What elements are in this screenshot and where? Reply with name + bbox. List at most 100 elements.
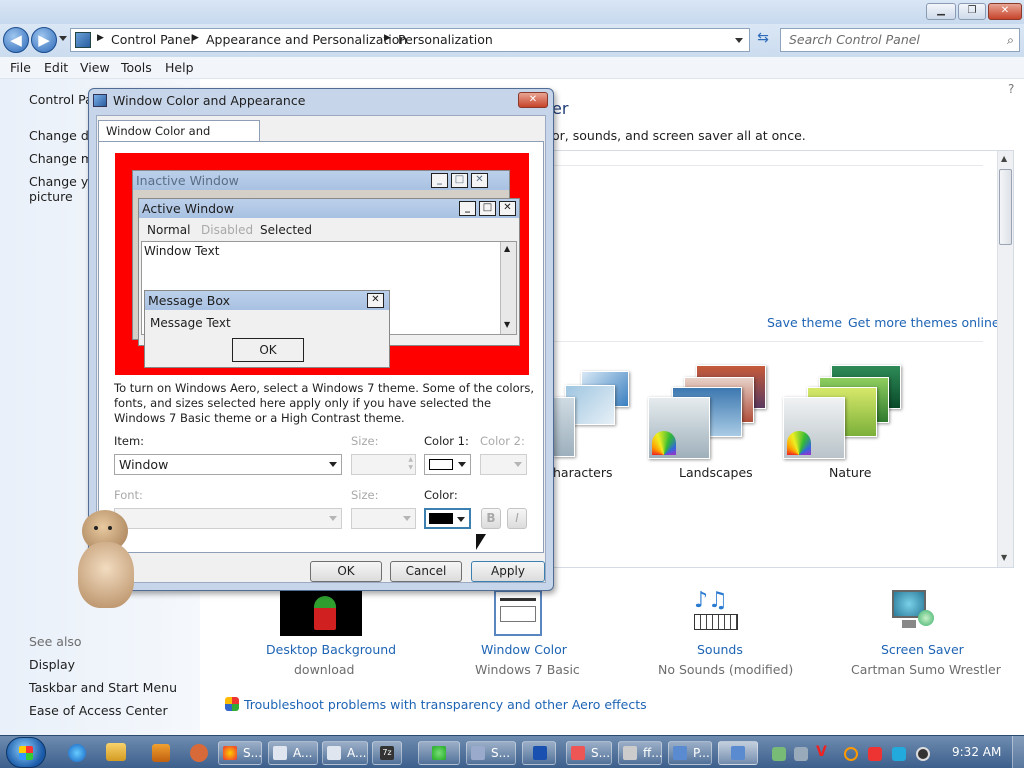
refresh-icon[interactable]: ⇆ (752, 30, 774, 50)
preview-message-box: Message Box ✕ Message Text OK (144, 290, 390, 368)
show-desktop-button[interactable] (1012, 736, 1024, 768)
cancel-button[interactable]: Cancel (390, 561, 462, 582)
address-bar[interactable]: ▶ Control Panel ▶ Appearance and Persona… (70, 28, 750, 52)
taskbar-button[interactable]: A... (322, 741, 368, 765)
minimize-icon: _ (431, 173, 448, 188)
font-color-picker[interactable] (424, 508, 471, 529)
screen-saver-link[interactable]: Screen Saver (881, 642, 964, 657)
taskbar-start-menu-link[interactable]: Taskbar and Start Menu (29, 680, 177, 695)
antivirus-icon[interactable]: V (816, 744, 830, 760)
minimize-button[interactable]: ▁ (926, 3, 956, 20)
chevron-down-icon (329, 516, 337, 521)
ok-button[interactable]: OK (310, 561, 382, 582)
window-color-dialog: Window Color and Appearance ✕ Window Col… (88, 88, 554, 591)
scroll-up-icon[interactable]: ▲ (1001, 154, 1007, 163)
screen-saver-icon[interactable] (888, 588, 936, 636)
menu-edit[interactable]: Edit (44, 60, 68, 75)
menu-file[interactable]: File (10, 60, 31, 75)
windows-logo-icon (19, 746, 33, 760)
italic-button: I (507, 508, 527, 529)
scroll-down-icon[interactable]: ▼ (1001, 553, 1007, 562)
theme-characters[interactable] (553, 365, 643, 457)
item-select[interactable]: Window (114, 454, 342, 475)
address-dropdown-icon[interactable] (735, 38, 743, 43)
breadcrumb-personalization[interactable]: Personalization (398, 32, 493, 47)
window-color-icon[interactable] (494, 590, 542, 636)
sounds-value: No Sounds (modified) (658, 662, 794, 677)
aero-info-text: To turn on Windows Aero, select a Window… (114, 381, 535, 425)
search-icon[interactable]: ⌕ (1007, 29, 1014, 51)
internet-explorer-icon[interactable] (68, 744, 86, 762)
scrollbar-thumb[interactable] (999, 169, 1012, 245)
taskbar-button[interactable]: 7z (372, 741, 402, 765)
tray-icon[interactable] (772, 747, 786, 761)
display-link[interactable]: Display (29, 657, 75, 672)
maximize-button[interactable]: ❐ (958, 3, 986, 20)
control-panel-icon (673, 746, 687, 760)
taskbar-button[interactable]: S... (566, 741, 612, 765)
menu-tools[interactable]: Tools (121, 60, 152, 75)
app-icon[interactable] (190, 744, 208, 762)
window-icon (273, 746, 287, 760)
save-theme-link[interactable]: Save theme (767, 315, 842, 330)
font-color-label: Color: (424, 488, 458, 502)
taskbar-button-active[interactable] (718, 741, 758, 765)
start-button[interactable] (6, 737, 46, 768)
active-window-title: Active Window _ □ ✕ (139, 199, 519, 218)
taskbar-button[interactable] (522, 741, 556, 765)
search-input[interactable]: Search Control Panel ⌕ (780, 28, 1020, 52)
dialog-close-button[interactable]: ✕ (518, 92, 548, 108)
hamster-mascot-icon (76, 508, 142, 612)
menu-view[interactable]: View (80, 60, 110, 75)
breadcrumb-control-panel[interactable]: Control Panel (111, 32, 194, 47)
chevron-down-icon (457, 517, 465, 522)
theme-landscapes[interactable] (648, 365, 773, 465)
explorer-folder-icon[interactable] (106, 743, 126, 761)
preview-ok-button: OK (232, 338, 304, 362)
themes-scrollbar[interactable]: ▲ ▼ (997, 151, 1013, 567)
desktop-background-thumbnail[interactable] (280, 590, 362, 636)
sounds-link[interactable]: Sounds (697, 642, 743, 657)
breadcrumb-appearance[interactable]: Appearance and Personalization (206, 32, 407, 47)
apply-button[interactable]: Apply (471, 561, 545, 582)
window-color-link[interactable]: Window Color (481, 642, 567, 657)
appearance-preview: Inactive Window _ □ ✕ Active Window _ □ … (115, 153, 529, 375)
tray-icon[interactable] (794, 747, 808, 761)
media-player-icon[interactable] (152, 744, 170, 762)
taskbar-button[interactable]: ff... (618, 741, 663, 765)
get-more-themes-link[interactable]: Get more themes online (848, 315, 1000, 330)
taskbar-button[interactable]: A... (268, 741, 318, 765)
taskbar-button[interactable]: P... (668, 741, 712, 765)
maximize-icon: □ (479, 201, 496, 216)
sounds-icon[interactable]: ♪♫ (692, 588, 742, 636)
theme-nature[interactable] (783, 365, 908, 465)
search-tray-icon[interactable] (844, 747, 858, 761)
taskbar-button[interactable]: S... (466, 741, 516, 765)
maximize-icon: □ (451, 173, 468, 188)
close-button[interactable]: ✕ (988, 3, 1022, 20)
flag-icon[interactable] (868, 747, 882, 761)
back-button[interactable]: ◀ (3, 27, 29, 53)
menu-help[interactable]: Help (165, 60, 194, 75)
color1-picker[interactable] (424, 454, 471, 475)
tab-panel: Inactive Window _ □ ✕ Active Window _ □ … (98, 141, 544, 553)
help-icon[interactable]: ? (1008, 82, 1014, 96)
clock[interactable]: 9:32 AM (952, 745, 1001, 759)
theme-nature-label: Nature (829, 465, 872, 480)
page-heading: er (552, 99, 569, 118)
volume-icon[interactable] (916, 747, 930, 761)
taskbar-button[interactable] (418, 741, 460, 765)
forward-button[interactable]: ▶ (31, 27, 57, 53)
taskbar-button[interactable]: S... (218, 741, 262, 765)
close-icon: ✕ (499, 201, 516, 216)
window-icon (327, 746, 341, 760)
tab-window-color-appearance[interactable]: Window Color and Appearance (98, 120, 260, 158)
troubleshoot-link[interactable]: Troubleshoot problems with transparency … (244, 697, 647, 712)
search-placeholder: Search Control Panel (789, 32, 920, 47)
app-icon (471, 746, 485, 760)
desktop-background-link[interactable]: Desktop Background (266, 642, 396, 657)
bold-button: B (481, 508, 501, 529)
display-tray-icon[interactable] (892, 747, 906, 761)
ease-of-access-link[interactable]: Ease of Access Center (29, 703, 168, 718)
recent-pages-chevron-icon[interactable] (59, 36, 67, 41)
